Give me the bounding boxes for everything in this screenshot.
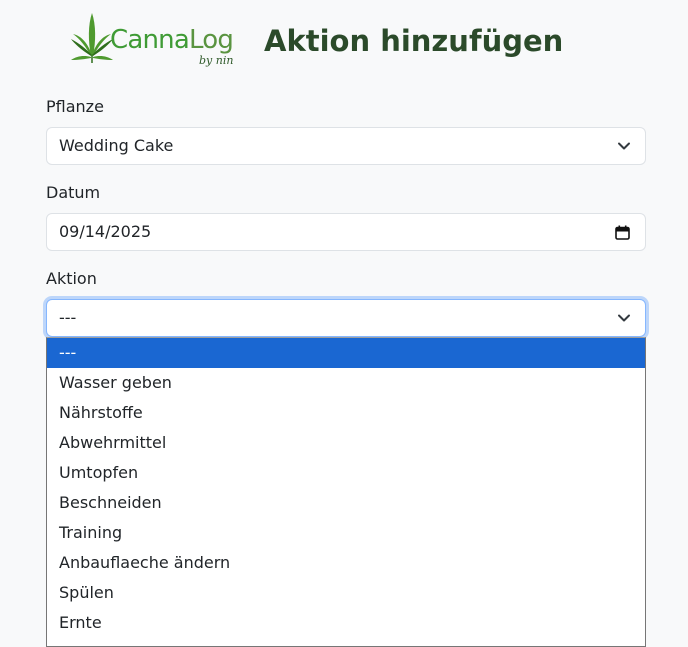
date-label: Datum (46, 183, 101, 202)
action-select[interactable]: --- (46, 299, 646, 337)
logo-wordmark-part1: Canna (110, 25, 190, 55)
cannalog-logo[interactable]: CannaLog by nin (70, 13, 236, 71)
action-option[interactable]: Anbauflaeche ändern (47, 548, 645, 578)
page-title: Aktion hinzufügen (264, 24, 564, 58)
calendar-icon[interactable] (615, 225, 630, 240)
logo-byline: by nin (199, 54, 234, 67)
action-option[interactable]: --- (47, 338, 645, 368)
date-input-value: 09/14/2025 (59, 222, 152, 241)
action-label: Aktion (46, 269, 97, 288)
action-option[interactable]: Ernte (47, 608, 645, 638)
action-dropdown-list[interactable]: --- Wasser geben Nährstoffe Abwehrmittel… (46, 337, 646, 647)
action-option[interactable]: Spülen (47, 578, 645, 608)
header: CannaLog by nin Aktion hinzufügen (0, 0, 688, 84)
plant-select[interactable]: Wedding Cake (46, 127, 646, 165)
action-option[interactable]: Training (47, 518, 645, 548)
action-option[interactable]: Umtopfen (47, 458, 645, 488)
chevron-down-icon (618, 314, 630, 322)
plant-label: Pflanze (46, 97, 104, 116)
logo-wordmark: CannaLog (110, 25, 234, 55)
date-input[interactable]: 09/14/2025 (46, 213, 646, 251)
cannabis-leaf-icon (71, 13, 113, 63)
chevron-down-icon (618, 142, 630, 150)
plant-select-value: Wedding Cake (59, 136, 174, 155)
action-select-value: --- (59, 308, 77, 327)
action-option[interactable]: Nährstoffe (47, 398, 645, 428)
action-option[interactable]: Wasser geben (47, 368, 645, 398)
action-option[interactable]: Abwehrmittel (47, 428, 645, 458)
action-option[interactable]: Beschneiden (47, 488, 645, 518)
logo-wordmark-part2: Log (188, 25, 234, 55)
